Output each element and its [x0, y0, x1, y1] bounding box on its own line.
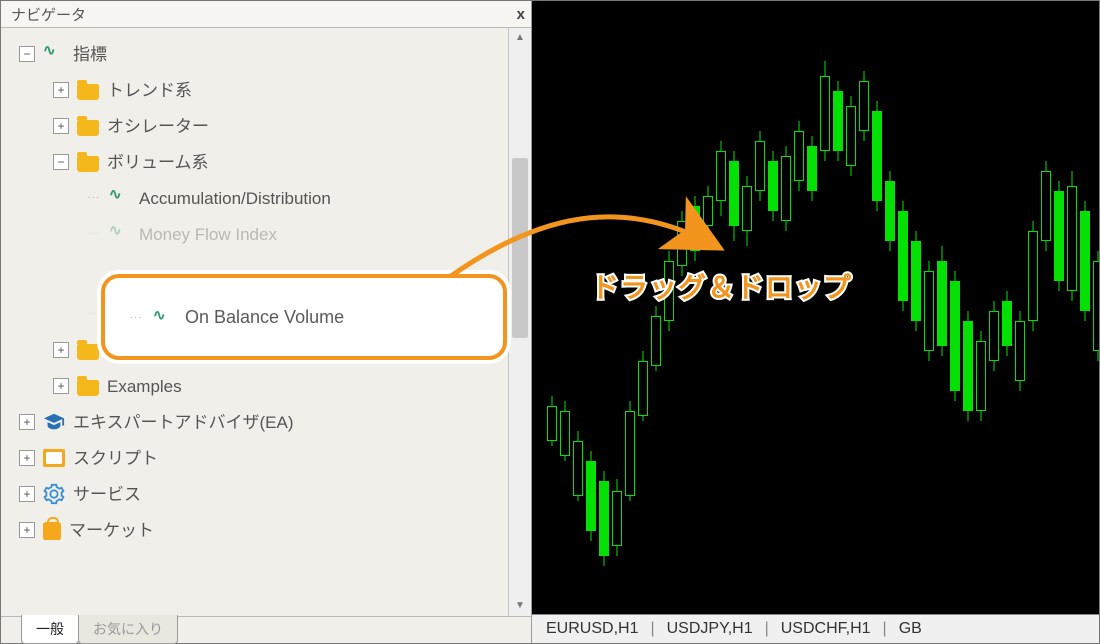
tree-label: スクリプト: [73, 450, 158, 467]
navigator-body: − ∿ 指標 + トレンド系 + オシレーター: [1, 28, 531, 616]
expand-icon[interactable]: +: [19, 450, 35, 466]
folder-icon: [77, 380, 99, 396]
app-window: ナビゲータ x − ∿ 指標 + トレンド系: [0, 0, 1100, 644]
expand-icon[interactable]: +: [53, 378, 69, 394]
close-icon[interactable]: x: [517, 6, 525, 23]
tree-label: On Balance Volume: [185, 307, 344, 328]
tree-item-mfi[interactable]: ··· ∿ Money Flow Index: [87, 216, 507, 252]
chart-tab-bar: EURUSD,H1| USDJPY,H1| USDCHF,H1| GB: [532, 614, 1099, 643]
tree-item-ad[interactable]: ··· ∿ Accumulation/Distribution: [87, 180, 507, 216]
tree-label: Examples: [107, 378, 182, 395]
graduation-cap-icon: [43, 411, 65, 433]
tree-label: オシレーター: [107, 118, 209, 135]
tree-connector-icon: ···: [87, 307, 101, 321]
indicator-icon: ∿: [153, 306, 175, 328]
folder-icon: [77, 84, 99, 100]
tree-item-trend[interactable]: + トレンド系: [53, 72, 507, 108]
tree-item-oscillator[interactable]: + オシレーター: [53, 108, 507, 144]
tree-label: トレンド系: [107, 82, 192, 99]
tree-label: マーケット: [69, 522, 154, 539]
gear-icon: [43, 483, 65, 505]
chart-panel[interactable]: EURUSD,H1| USDJPY,H1| USDCHF,H1| GB: [532, 1, 1099, 643]
scrollbar-thumb[interactable]: [512, 158, 528, 338]
tree-label: Accumulation/Distribution: [139, 190, 331, 207]
tree-label: ボリューム系: [107, 154, 209, 171]
navigator-titlebar: ナビゲータ x: [1, 1, 531, 28]
navigator-tabs: 一般 お気に入り: [1, 616, 531, 643]
collapse-icon[interactable]: −: [53, 154, 69, 170]
scroll-up-icon[interactable]: ▲: [509, 28, 531, 48]
navigator-panel: ナビゲータ x − ∿ 指標 + トレンド系: [1, 1, 532, 643]
indicator-icon: ∿: [43, 43, 65, 65]
tree-label: サービス: [73, 486, 141, 503]
tree-connector-icon: ···: [87, 227, 101, 241]
expand-icon[interactable]: +: [53, 82, 69, 98]
tree-label: 指標: [73, 46, 107, 63]
chart-tab[interactable]: GB: [895, 620, 926, 638]
indicator-icon: ∿: [109, 223, 131, 245]
folder-icon: [77, 156, 99, 172]
tree-item-examples[interactable]: + Examples: [53, 368, 507, 404]
expand-icon[interactable]: +: [53, 342, 69, 358]
tree-item-services[interactable]: + サービス: [19, 476, 507, 512]
folder-icon: [77, 120, 99, 136]
expand-icon[interactable]: +: [19, 486, 35, 502]
tree-item-obv-highlight[interactable]: ··· ∿ On Balance Volume: [101, 274, 507, 360]
expand-icon[interactable]: +: [19, 414, 35, 430]
tree-connector-icon: ···: [87, 191, 101, 205]
navigator-title: ナビゲータ: [11, 4, 86, 25]
folder-icon: [77, 344, 99, 360]
expand-icon[interactable]: +: [19, 522, 35, 538]
tree-item-indicators[interactable]: − ∿ 指標: [19, 36, 507, 72]
tree-item-ea[interactable]: + エキスパートアドバイザ(EA): [19, 404, 507, 440]
tree-connector-icon: ···: [129, 310, 143, 324]
tab-general[interactable]: 一般: [21, 615, 79, 644]
tree-item-volume-group[interactable]: − ボリューム系: [53, 144, 507, 180]
candlestick-chart: [532, 1, 1099, 643]
script-icon: [43, 449, 65, 467]
chart-tab[interactable]: USDCHF,H1: [777, 620, 875, 638]
scrollbar-vertical[interactable]: ▲ ▼: [508, 28, 531, 616]
chart-tab[interactable]: EURUSD,H1: [542, 620, 642, 638]
tree-item-scripts[interactable]: + スクリプト: [19, 440, 507, 476]
tree-label: Money Flow Index: [139, 226, 277, 243]
collapse-icon[interactable]: −: [19, 46, 35, 62]
indicator-icon: ∿: [109, 187, 131, 209]
tree-label: エキスパートアドバイザ(EA): [73, 414, 294, 431]
expand-icon[interactable]: +: [53, 118, 69, 134]
annotation-text: ドラッグ＆ドロップ: [591, 266, 852, 306]
scroll-down-icon[interactable]: ▼: [509, 596, 531, 616]
tree-item-market[interactable]: + マーケット: [19, 512, 507, 548]
tab-favorites[interactable]: お気に入り: [78, 615, 178, 644]
shopping-bag-icon: [43, 522, 61, 540]
chart-tab[interactable]: USDJPY,H1: [663, 620, 757, 638]
